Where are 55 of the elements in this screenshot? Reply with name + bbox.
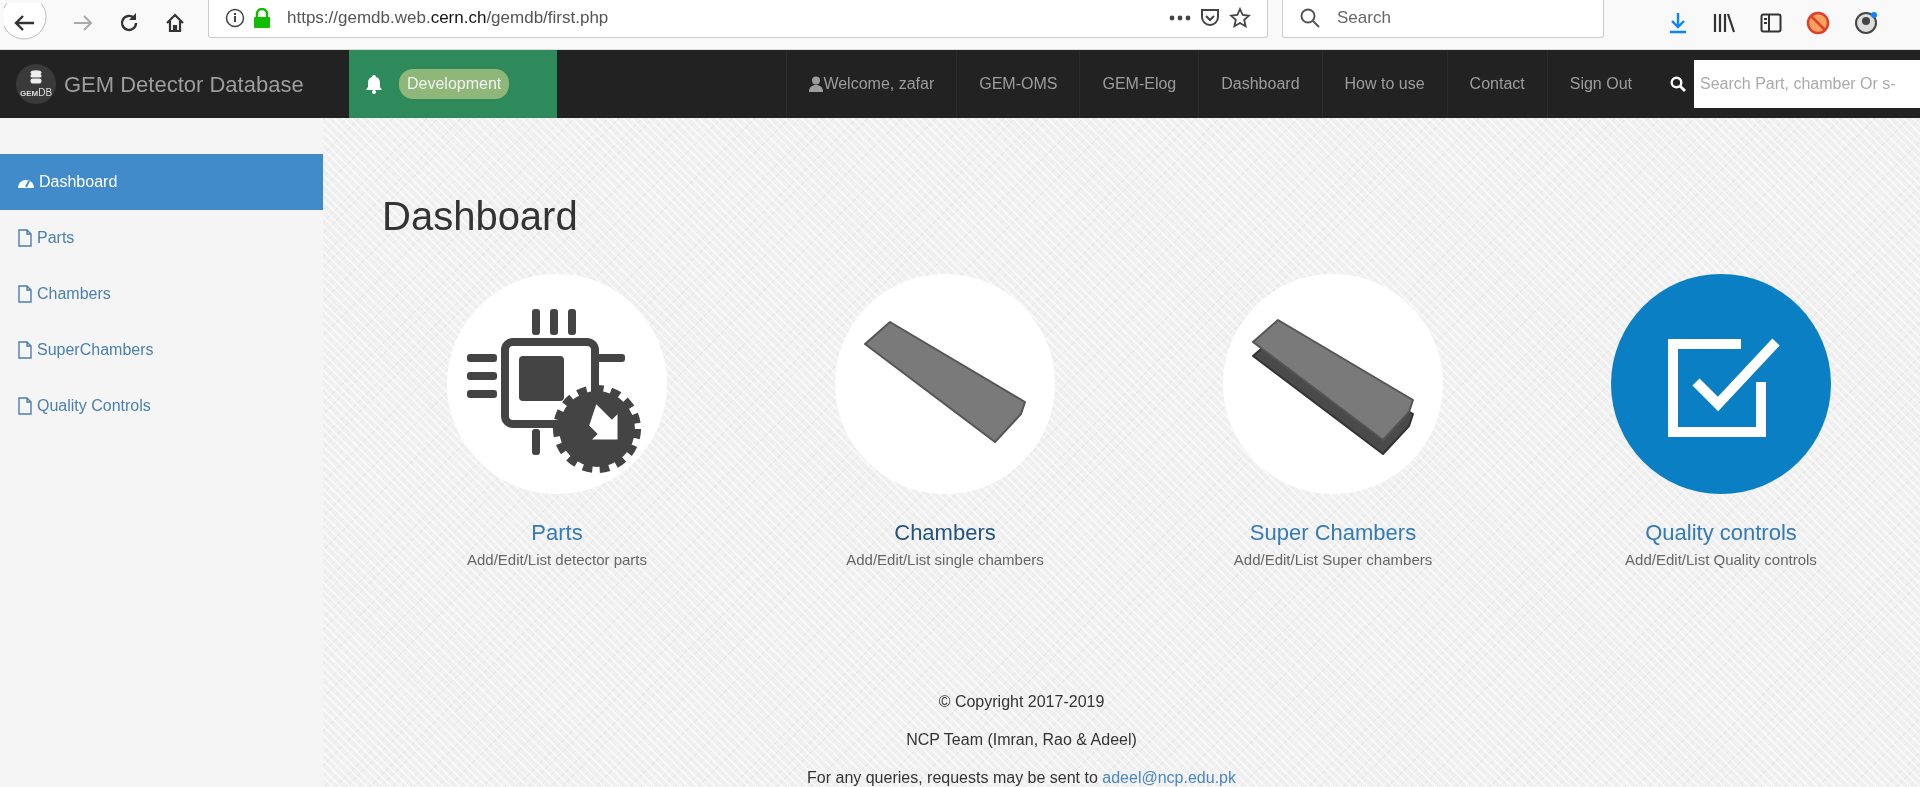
logo-text: GEM	[19, 90, 39, 98]
contact-text: For any queries, requests may be sent to adeel@ncp.edu.pk	[806, 767, 1237, 787]
checkbox-icon	[1668, 338, 1780, 437]
file-icon	[17, 397, 33, 415]
sidebar-item[interactable]: Dashboard	[0, 154, 323, 210]
card-description: Add/Edit/List single chambers	[846, 550, 1044, 570]
search-placeholder: Search	[1337, 6, 1391, 29]
team-text: NCP Team (Imran, Rao & Adeel)	[905, 729, 1138, 750]
user-icon	[809, 76, 824, 92]
file-icon	[17, 341, 33, 359]
card-description: Add/Edit/List detector parts	[466, 550, 648, 570]
sidebar-item[interactable]: Quality Controls	[0, 378, 323, 434]
copyright-text: © Copyright 2017-2019	[937, 691, 1106, 712]
pocket-icon[interactable]	[1199, 6, 1221, 29]
account-icon[interactable]	[1854, 11, 1878, 35]
home-icon[interactable]	[164, 12, 186, 34]
email-link[interactable]: adeel@ncp.edu.pk	[1102, 768, 1236, 786]
file-icon	[17, 229, 33, 247]
search-field[interactable]: Search Part, chamber Or s-	[1694, 60, 1920, 108]
star-icon[interactable]	[1229, 6, 1251, 29]
info-icon[interactable]	[225, 7, 245, 28]
brand-link[interactable]: GEM Detector Database	[64, 67, 304, 101]
sidebar-item[interactable]: SuperChambers	[0, 322, 323, 378]
browser-search-field[interactable]: Search	[1282, 0, 1604, 38]
sidebar-item[interactable]: Parts	[0, 210, 323, 266]
sidebar-icon[interactable]	[1760, 13, 1782, 33]
file-icon	[17, 285, 33, 303]
card-circle[interactable]	[1223, 274, 1443, 494]
download-icon[interactable]	[1668, 12, 1688, 34]
card-title-link[interactable]: Super Chambers	[1249, 516, 1417, 549]
card-title-link[interactable]: Chambers	[894, 516, 996, 549]
card-circle[interactable]	[1611, 274, 1831, 494]
card-title-link[interactable]: Quality controls	[1645, 516, 1797, 549]
search-icon[interactable]	[1670, 76, 1686, 92]
reload-icon[interactable]	[118, 12, 140, 34]
logo[interactable]: GEMDB	[16, 64, 56, 104]
card-description: Add/Edit/List Super chambers	[1233, 550, 1433, 570]
environment-badge: Development	[399, 69, 510, 99]
lock-icon	[253, 7, 271, 28]
sidebar-item[interactable]: Chambers	[0, 266, 323, 322]
card-title-link[interactable]: Parts	[531, 516, 583, 549]
search-icon	[1299, 6, 1321, 29]
card-circle[interactable]	[835, 274, 1055, 494]
more-icon[interactable]	[1169, 14, 1191, 21]
url-text: https://gemdb.web.cern.ch/gemdb/first.php	[287, 6, 610, 29]
database-icon	[30, 70, 42, 84]
blocked-extension-icon[interactable]	[1806, 11, 1830, 35]
logo-text: DB	[38, 88, 53, 98]
address-bar[interactable]: https://gemdb.web.cern.ch/gemdb/first.php	[208, 0, 1268, 38]
bell-icon[interactable]	[365, 74, 383, 94]
library-icon[interactable]	[1712, 12, 1736, 34]
page-title: Dashboard	[382, 196, 579, 236]
card-description: Add/Edit/List Quality controls	[1625, 550, 1817, 570]
back-icon[interactable]	[4, 3, 48, 43]
card-circle[interactable]	[447, 274, 667, 494]
